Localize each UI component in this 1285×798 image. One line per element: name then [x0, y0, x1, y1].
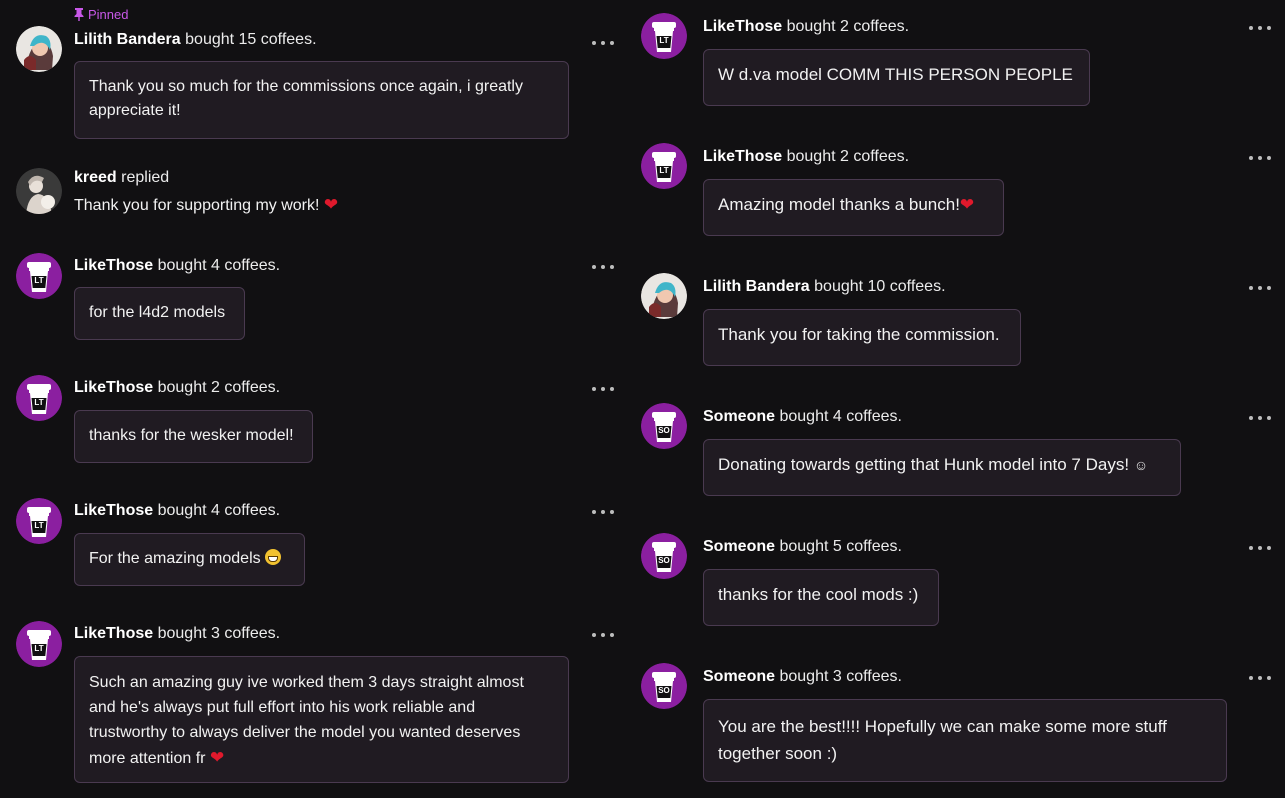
feed-item-header: LikeThose bought 4 coffees.: [74, 256, 280, 276]
supporter-action: bought 2 coffees.: [157, 379, 281, 396]
heart-icon: ❤: [959, 195, 975, 214]
feed-item-header: Someone bought 3 coffees.: [703, 667, 902, 687]
more-options-icon[interactable]: [1249, 542, 1271, 554]
avatar[interactable]: LT: [641, 13, 687, 59]
supporter-action: bought 15 coffees.: [185, 31, 317, 48]
avatar[interactable]: [641, 273, 687, 319]
supporter-action: bought 2 coffees.: [786, 18, 910, 35]
avatar[interactable]: LT: [16, 375, 62, 421]
avatar[interactable]: SO: [641, 533, 687, 579]
message-bubble: W d.va model COMM THIS PERSON PEOPLE: [703, 49, 1090, 106]
heart-icon: ❤: [323, 195, 339, 214]
more-options-icon[interactable]: [592, 629, 614, 641]
message-bubble: Thank you for taking the commission.: [703, 309, 1021, 366]
feed-item: LT LikeThose bought 3 coffees. Such an a…: [16, 624, 616, 794]
message-bubble: Amazing model thanks a bunch!❤: [703, 179, 1004, 236]
supporter-name[interactable]: LikeThose: [703, 18, 782, 35]
smile-emoji-icon: ☺: [1133, 457, 1149, 473]
feed-item: SO Someone bought 3 coffees. You are the…: [641, 663, 1271, 793]
avatar[interactable]: SO: [641, 663, 687, 709]
message-bubble: Thank you so much for the commissions on…: [74, 61, 569, 139]
avatar[interactable]: LT: [641, 143, 687, 189]
avatar[interactable]: [16, 26, 62, 72]
reply-action: replied: [121, 169, 170, 186]
feed-reply: kreed replied Thank you for supporting m…: [16, 168, 616, 218]
feed-item-header: LikeThose bought 2 coffees.: [74, 378, 280, 398]
more-options-icon[interactable]: [592, 37, 614, 49]
supporter-action: bought 4 coffees.: [157, 257, 281, 274]
supporter-action: bought 4 coffees.: [157, 502, 281, 519]
feed-item: Pinned Lilith Bandera bought 15 coffees.…: [16, 0, 616, 140]
supporter-action: bought 3 coffees.: [779, 668, 902, 685]
supporter-name[interactable]: LikeThose: [74, 502, 153, 519]
supporter-action: bought 4 coffees.: [779, 408, 902, 425]
reply-text: Thank you for supporting my work! ❤: [74, 195, 339, 214]
creator-name[interactable]: kreed: [74, 169, 117, 186]
feed-item-header: Someone bought 4 coffees.: [703, 407, 902, 427]
feed-item-header: kreed replied: [74, 168, 169, 188]
supporter-name[interactable]: Someone: [703, 408, 775, 425]
feed-item: LT LikeThose bought 2 coffees. Amazing m…: [641, 143, 1271, 243]
supporter-action: bought 2 coffees.: [786, 148, 910, 165]
more-options-icon[interactable]: [592, 506, 614, 518]
message-bubble: for the l4d2 models: [74, 287, 245, 340]
message-bubble: You are the best!!!! Hopefully we can ma…: [703, 699, 1227, 782]
feed-item: Lilith Bandera bought 10 coffees. Thank …: [641, 273, 1271, 373]
feed-item-header: Lilith Bandera bought 15 coffees.: [74, 30, 317, 50]
feed-item: SO Someone bought 4 coffees. Donating to…: [641, 403, 1271, 503]
supporter-name[interactable]: Someone: [703, 668, 775, 685]
supporter-name[interactable]: LikeThose: [74, 625, 153, 642]
supporter-name[interactable]: LikeThose: [703, 148, 782, 165]
avatar[interactable]: LT: [16, 253, 62, 299]
feed-item-header: LikeThose bought 2 coffees.: [703, 147, 909, 167]
message-bubble: Such an amazing guy ive worked them 3 da…: [74, 656, 569, 783]
supporter-name[interactable]: Someone: [703, 538, 775, 555]
feed-item-header: LikeThose bought 4 coffees.: [74, 501, 280, 521]
message-bubble: thanks for the cool mods :): [703, 569, 939, 626]
feed-item: LT LikeThose bought 2 coffees. thanks fo…: [16, 378, 616, 468]
feed-item-header: Someone bought 5 coffees.: [703, 537, 902, 557]
avatar[interactable]: [16, 168, 62, 214]
feed-item-header: LikeThose bought 3 coffees.: [74, 624, 280, 644]
supporter-action: bought 10 coffees.: [814, 278, 946, 295]
feed-item-header: LikeThose bought 2 coffees.: [703, 17, 909, 37]
supporter-name[interactable]: Lilith Bandera: [703, 278, 810, 295]
more-options-icon[interactable]: [592, 383, 614, 395]
lilith-avatar-icon: [16, 26, 62, 72]
more-options-icon[interactable]: [1249, 22, 1271, 34]
more-options-icon[interactable]: [592, 261, 614, 273]
pinned-label: Pinned: [74, 7, 128, 22]
avatar[interactable]: LT: [16, 498, 62, 544]
feed-item: LT LikeThose bought 2 coffees. W d.va mo…: [641, 13, 1271, 113]
avatar[interactable]: LT: [16, 621, 62, 667]
feed-item-header: Lilith Bandera bought 10 coffees.: [703, 277, 946, 297]
more-options-icon[interactable]: [1249, 672, 1271, 684]
kreed-avatar-icon: [16, 168, 62, 214]
more-options-icon[interactable]: [1249, 282, 1271, 294]
feed-item: LT LikeThose bought 4 coffees. for the l…: [16, 256, 616, 346]
more-options-icon[interactable]: [1249, 152, 1271, 164]
message-bubble: Donating towards getting that Hunk model…: [703, 439, 1181, 496]
message-bubble: For the amazing models: [74, 533, 305, 586]
more-options-icon[interactable]: [1249, 412, 1271, 424]
supporter-name[interactable]: LikeThose: [74, 379, 153, 396]
supporter-name[interactable]: Lilith Bandera: [74, 31, 181, 48]
feed-item: SO Someone bought 5 coffees. thanks for …: [641, 533, 1271, 633]
lilith-avatar-icon: [641, 273, 687, 319]
feed-item: LT LikeThose bought 4 coffees. For the a…: [16, 501, 616, 591]
supporter-action: bought 5 coffees.: [779, 538, 902, 555]
supporter-name[interactable]: LikeThose: [74, 257, 153, 274]
grin-emoji-icon: [265, 549, 282, 565]
avatar[interactable]: SO: [641, 403, 687, 449]
supporter-action: bought 3 coffees.: [157, 625, 281, 642]
pin-icon: [74, 8, 84, 21]
message-bubble: thanks for the wesker model!: [74, 410, 313, 463]
heart-icon: ❤: [209, 748, 225, 767]
